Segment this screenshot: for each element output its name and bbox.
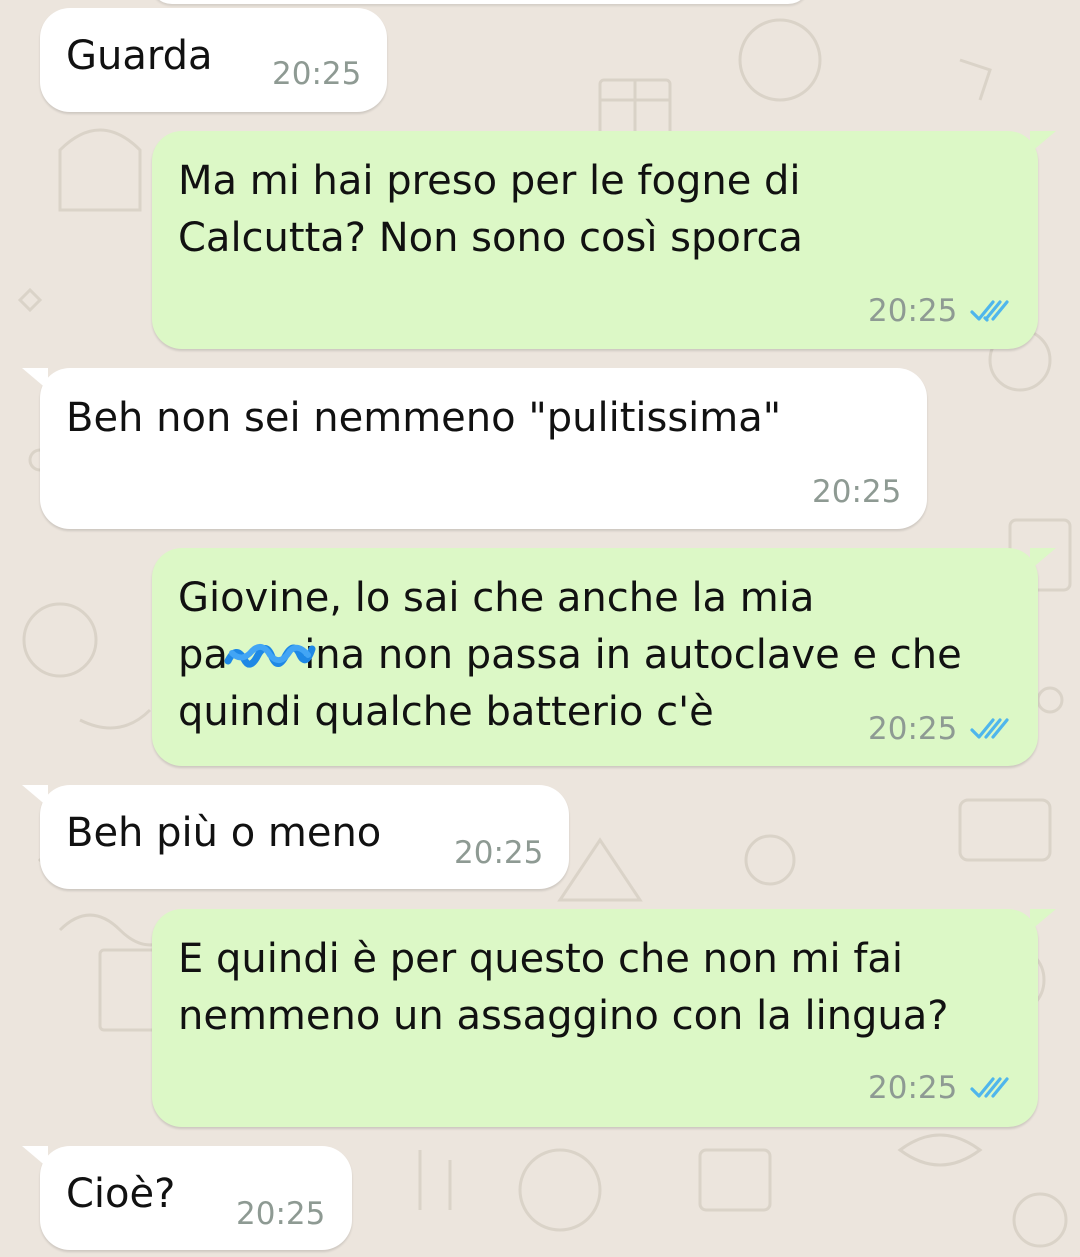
- message-text: Beh più o meno: [66, 810, 382, 856]
- previous-message-edge: [150, 0, 810, 4]
- message-meta: 20:25: [868, 1070, 1013, 1106]
- double-check-icon: [970, 718, 1009, 739]
- message-meta: 20:25: [272, 56, 361, 92]
- double-check-icon: [970, 300, 1009, 322]
- message-time: 20:25: [454, 835, 544, 871]
- incoming-message[interactable]: Beh più o meno 20:25: [22, 785, 569, 889]
- message-text: Beh non sei nemmeno "pulitissima": [66, 395, 782, 441]
- message-time: 20:25: [812, 474, 902, 510]
- message-time: 20:25: [868, 293, 958, 329]
- message-time: 20:25: [868, 711, 958, 747]
- message-meta: 20:25: [868, 293, 1013, 329]
- message-time: 20:25: [236, 1196, 326, 1232]
- message-text: Ma mi hai preso per le fogne di Calcutta…: [178, 158, 803, 261]
- message-text: Cioè?: [66, 1171, 176, 1217]
- outgoing-message[interactable]: Giovine, lo sai che anche la mia pa ina …: [152, 548, 1056, 766]
- incoming-message[interactable]: Guarda 20:25: [40, 8, 387, 112]
- message-text: Guarda: [66, 33, 213, 79]
- scribble-redaction: [224, 641, 316, 671]
- incoming-message[interactable]: Beh non sei nemmeno "pulitissima" 20:25: [22, 368, 927, 529]
- double-check-icon: [970, 1077, 1009, 1098]
- message-time: 20:25: [272, 56, 362, 92]
- outgoing-message[interactable]: E quindi è per questo che non mi fai nem…: [152, 909, 1056, 1127]
- message-meta: 20:25: [236, 1196, 325, 1232]
- message-meta: 20:25: [812, 474, 901, 510]
- message-meta: 20:25: [868, 711, 1013, 747]
- message-time: 20:25: [868, 1070, 958, 1106]
- message-text: E quindi è per questo che non mi fai nem…: [178, 936, 949, 1039]
- incoming-message[interactable]: Cioè? 20:25: [22, 1146, 352, 1250]
- outgoing-message[interactable]: Ma mi hai preso per le fogne di Calcutta…: [152, 131, 1056, 349]
- chat-message-list[interactable]: Guarda 20:25 Ma mi hai preso per le fogn…: [0, 0, 1080, 1257]
- message-meta: 20:25: [454, 835, 543, 871]
